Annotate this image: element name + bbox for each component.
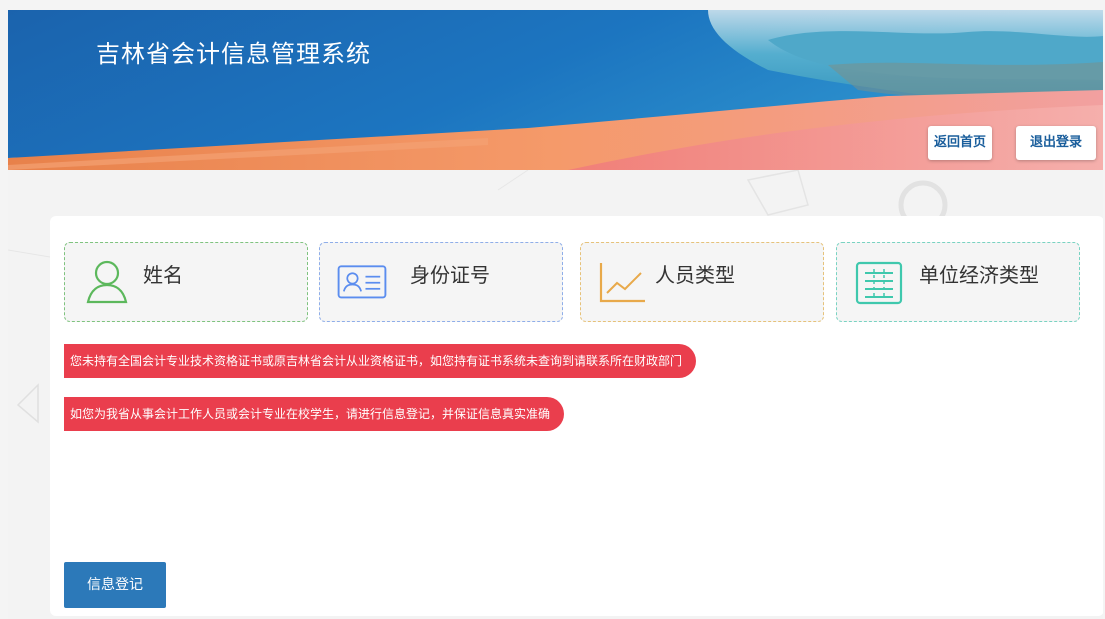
notice-register-info: 如您为我省从事会计工作人员或会计专业在校学生，请进行信息登记，并保证信息真实准确: [64, 397, 565, 431]
info-card-label: 单位经济类型: [919, 263, 1039, 287]
line-chart-icon: [599, 263, 645, 303]
site-title: 吉林省会计信息管理系统: [96, 40, 371, 68]
register-info-button[interactable]: 信息登记: [64, 562, 166, 608]
info-card-label: 姓名: [143, 263, 183, 287]
info-card-label: 人员类型: [655, 263, 735, 287]
info-card-label: 身份证号: [410, 263, 490, 287]
person-icon: [86, 260, 128, 304]
main-card: 姓名 身份证号 人员类型 单位经济类型 您未持有全国会计专业技术资格证书或原吉林…: [50, 216, 1103, 616]
header-banner: 吉林省会计信息管理系统 返回首页 退出登录: [8, 10, 1103, 170]
info-card-unit-economic-type: 单位经济类型: [836, 242, 1080, 322]
info-card-person-type: 人员类型: [580, 242, 824, 322]
id-card-icon: [337, 265, 387, 299]
info-card-id-number: 身份证号: [319, 242, 563, 322]
return-home-button[interactable]: 返回首页: [928, 126, 992, 160]
info-card-name: 姓名: [64, 242, 308, 322]
table-icon: [855, 261, 903, 305]
page-frame: 吉林省会计信息管理系统 返回首页 退出登录 姓名 身份证号 人员类型 单位经济类…: [8, 10, 1103, 619]
logout-button[interactable]: 退出登录: [1016, 126, 1096, 160]
notice-no-certificate: 您未持有全国会计专业技术资格证书或原吉林省会计从业资格证书，如您持有证书系统未查…: [64, 344, 697, 378]
